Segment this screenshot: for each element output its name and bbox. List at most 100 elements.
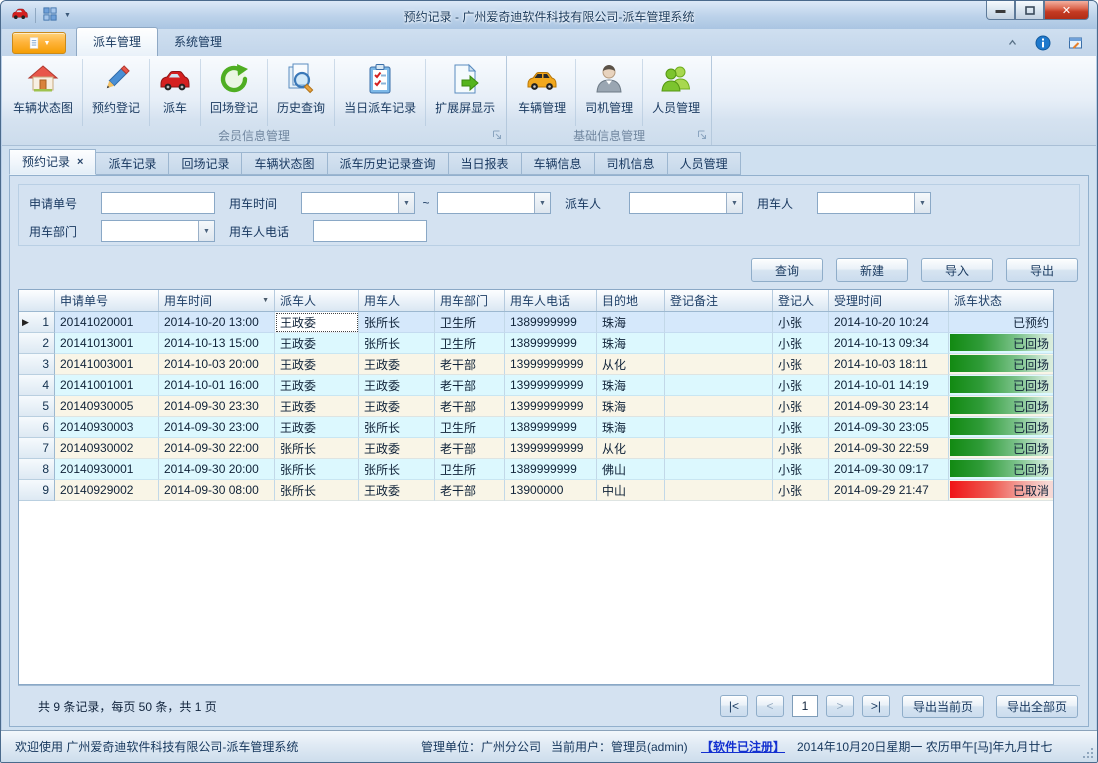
cell-用车部门[interactable]: 卫生所: [435, 459, 505, 480]
cell-用车人[interactable]: 王政委: [359, 354, 435, 375]
collapse-ribbon-chevron-icon[interactable]: [1006, 37, 1019, 52]
cell-申请单号[interactable]: 20140930001: [55, 459, 159, 480]
column-header-7[interactable]: 登记备注: [665, 290, 773, 311]
export-current-page-button[interactable]: 导出当前页: [902, 695, 984, 718]
close-button[interactable]: ✕: [1044, 1, 1089, 20]
table-row-2[interactable]: 2201410130012014-10-13 15:00王政委张所长卫生所138…: [19, 333, 1053, 354]
cell-用车时间[interactable]: 2014-10-13 15:00: [159, 333, 275, 354]
cell-登记人[interactable]: 小张: [773, 480, 829, 501]
ribbon-button-0-4[interactable]: 历史查询: [268, 59, 335, 126]
column-header-3[interactable]: 用车人: [359, 290, 435, 311]
doc-tab-1[interactable]: 派车记录: [95, 152, 169, 175]
doc-tab-6[interactable]: 车辆信息: [521, 152, 595, 175]
new-button[interactable]: 新建: [836, 258, 908, 282]
column-header-2[interactable]: 派车人: [275, 290, 359, 311]
cell-申请单号[interactable]: 20141013001: [55, 333, 159, 354]
cell-登记备注[interactable]: [665, 354, 773, 375]
cell-申请单号[interactable]: 20141003001: [55, 354, 159, 375]
cell-登记人[interactable]: 小张: [773, 312, 829, 333]
cell-用车时间[interactable]: 2014-09-30 08:00: [159, 480, 275, 501]
cell-用车人[interactable]: 张所长: [359, 333, 435, 354]
export-all-pages-button[interactable]: 导出全部页: [996, 695, 1078, 718]
cell-用车时间[interactable]: 2014-09-30 23:00: [159, 417, 275, 438]
filter-combobox[interactable]: ▼: [301, 192, 415, 214]
combo-dropdown-icon[interactable]: ▼: [398, 193, 414, 213]
cell-目的地[interactable]: 从化: [597, 354, 665, 375]
chevron-down-icon[interactable]: ▼: [64, 12, 71, 19]
app-menu-button[interactable]: ▼: [12, 32, 66, 54]
cell-受理时间[interactable]: 2014-09-30 09:17: [829, 459, 949, 480]
ribbon-button-1-0[interactable]: 车辆管理: [509, 59, 576, 126]
cell-派车人[interactable]: 王政委: [275, 333, 359, 354]
table-row-7[interactable]: 7201409300022014-09-30 22:00张所长王政委老干部139…: [19, 438, 1053, 459]
maximize-button[interactable]: [1015, 1, 1044, 20]
cell-用车人[interactable]: 王政委: [359, 438, 435, 459]
doc-tab-8[interactable]: 人员管理: [667, 152, 741, 175]
cell-登记人[interactable]: 小张: [773, 333, 829, 354]
cell-用车部门[interactable]: 卫生所: [435, 312, 505, 333]
cell-申请单号[interactable]: 20140929002: [55, 480, 159, 501]
cell-用车人[interactable]: 张所长: [359, 417, 435, 438]
cell-目的地[interactable]: 珠海: [597, 396, 665, 417]
cell-受理时间[interactable]: 2014-09-30 23:05: [829, 417, 949, 438]
table-row-5[interactable]: 5201409300052014-09-30 23:30王政委王政委老干部139…: [19, 396, 1053, 417]
filter-input[interactable]: [101, 192, 215, 214]
previous-page-button[interactable]: <: [756, 695, 784, 717]
cell-用车人[interactable]: 张所长: [359, 312, 435, 333]
column-header-10[interactable]: 派车状态: [949, 290, 1054, 311]
doc-tab-7[interactable]: 司机信息: [594, 152, 668, 175]
cell-目的地[interactable]: 中山: [597, 480, 665, 501]
cell-用车部门[interactable]: 卫生所: [435, 417, 505, 438]
cell-受理时间[interactable]: 2014-10-03 18:11: [829, 354, 949, 375]
cell-登记备注[interactable]: [665, 480, 773, 501]
cell-登记人[interactable]: 小张: [773, 459, 829, 480]
ribbon-button-0-1[interactable]: 预约登记: [83, 59, 150, 126]
ribbon-tab-0[interactable]: 派车管理: [76, 27, 158, 56]
cell-受理时间[interactable]: 2014-10-13 09:34: [829, 333, 949, 354]
cell-用车部门[interactable]: 老干部: [435, 480, 505, 501]
combo-dropdown-icon[interactable]: ▼: [534, 193, 550, 213]
layout-switch-icon[interactable]: [43, 7, 57, 24]
cell-登记人[interactable]: 小张: [773, 354, 829, 375]
next-page-button[interactable]: >: [826, 695, 854, 717]
cell-用车人电话[interactable]: 13999999999: [505, 438, 597, 459]
cell-派车人[interactable]: 张所长: [275, 459, 359, 480]
cell-派车状态[interactable]: 已回场: [949, 396, 1054, 417]
cell-用车人电话[interactable]: 13900000: [505, 480, 597, 501]
resize-grip[interactable]: [1081, 746, 1093, 758]
table-row-9[interactable]: 9201409290022014-09-30 08:00张所长王政委老干部139…: [19, 480, 1053, 501]
cell-受理时间[interactable]: 2014-09-30 22:59: [829, 438, 949, 459]
filter-combobox[interactable]: ▼: [101, 220, 215, 242]
cell-用车时间[interactable]: 2014-09-30 23:30: [159, 396, 275, 417]
cell-用车人[interactable]: 张所长: [359, 459, 435, 480]
cell-派车人[interactable]: 张所长: [275, 438, 359, 459]
cell-用车人[interactable]: 王政委: [359, 480, 435, 501]
cell-用车部门[interactable]: 老干部: [435, 375, 505, 396]
cell-用车部门[interactable]: 卫生所: [435, 333, 505, 354]
cell-用车时间[interactable]: 2014-09-30 20:00: [159, 459, 275, 480]
cell-派车人[interactable]: 王政委: [275, 417, 359, 438]
doc-tab-5[interactable]: 当日报表: [448, 152, 522, 175]
filter-combobox[interactable]: ▼: [629, 192, 743, 214]
combo-dropdown-icon[interactable]: ▼: [914, 193, 930, 213]
first-page-button[interactable]: |<: [720, 695, 748, 717]
cell-申请单号[interactable]: 20141001001: [55, 375, 159, 396]
cell-目的地[interactable]: 从化: [597, 438, 665, 459]
doc-tab-0[interactable]: 预约记录×: [9, 149, 96, 175]
dialog-launcher-icon[interactable]: [697, 130, 708, 141]
export-button[interactable]: 导出: [1006, 258, 1078, 282]
ribbon-button-0-0[interactable]: 车辆状态图: [4, 59, 83, 126]
query-button[interactable]: 查询: [751, 258, 823, 282]
cell-派车状态[interactable]: 已预约: [949, 312, 1054, 333]
page-number-input[interactable]: [792, 695, 818, 717]
cell-用车人电话[interactable]: 13999999999: [505, 396, 597, 417]
column-header-6[interactable]: 目的地: [597, 290, 665, 311]
table-row-1[interactable]: ▶1201410200012014-10-20 13:00王政委张所长卫生所13…: [19, 312, 1053, 333]
cell-登记备注[interactable]: [665, 312, 773, 333]
cell-登记人[interactable]: 小张: [773, 396, 829, 417]
cell-目的地[interactable]: 珠海: [597, 333, 665, 354]
cell-申请单号[interactable]: 20140930003: [55, 417, 159, 438]
combo-dropdown-icon[interactable]: ▼: [726, 193, 742, 213]
cell-派车状态[interactable]: 已回场: [949, 438, 1054, 459]
cell-登记备注[interactable]: [665, 375, 773, 396]
